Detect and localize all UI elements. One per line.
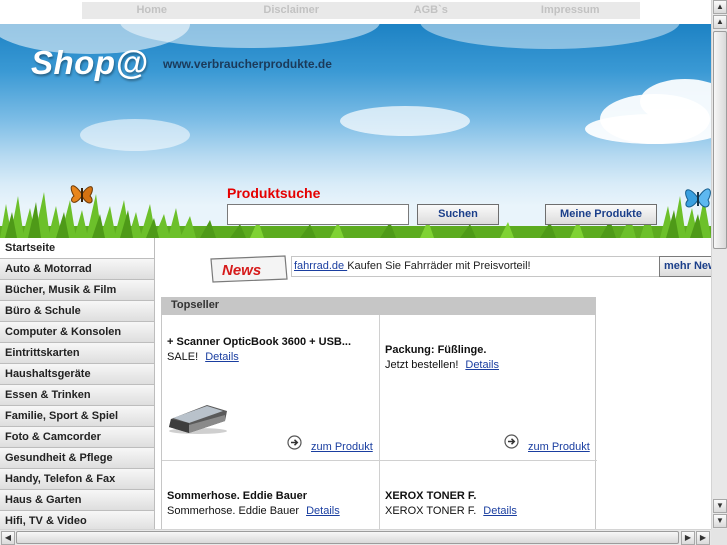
scanner-image[interactable] (167, 399, 229, 435)
horizontal-scrollbar[interactable]: ◀ ▶ ▶ (0, 529, 711, 545)
scroll-right-button[interactable]: ▶ (696, 531, 710, 545)
details-link[interactable]: Details (465, 359, 499, 371)
site-url: www.verbraucherprodukte.de (163, 57, 332, 71)
scroll-left-button[interactable]: ◀ (1, 531, 15, 545)
nav-link-disclaimer[interactable]: Disclaimer (222, 2, 362, 19)
sidebar-item-startseite[interactable]: Startseite (0, 238, 155, 259)
product-title[interactable]: + Scanner OpticBook 3600 + USB... (167, 336, 351, 348)
details-link[interactable]: Details (306, 505, 340, 517)
scroll-up-button[interactable]: ▲ (713, 0, 727, 14)
circle-arrow-right-icon (287, 435, 302, 450)
to-product-link[interactable]: zum Produkt (528, 441, 590, 453)
vertical-scroll-thumb[interactable] (713, 31, 727, 249)
product-subtitle: XEROX TONER F. Details (385, 505, 517, 517)
top-navigation: Home Disclaimer AGB`s Impressum (82, 2, 640, 19)
horizontal-scroll-thumb[interactable] (16, 531, 679, 544)
product-subtitle: Sommerhose. Eddie Bauer Details (167, 505, 340, 517)
product-card: XEROX TONER F. XEROX TONER F. Details (380, 461, 597, 529)
product-subtitle-text: Jetzt bestellen! (385, 359, 459, 371)
header-banner: Shop@ www.verbraucherprodukte.de Produkt… (0, 24, 711, 238)
category-sidebar: Startseite Auto & Motorrad Bücher, Musik… (0, 238, 155, 529)
cloud-decoration (420, 24, 680, 49)
details-link[interactable]: Details (205, 351, 239, 363)
sidebar-item-foto-camcorder[interactable]: Foto & Camcorder (0, 427, 155, 448)
scrollbar-corner (711, 529, 727, 545)
sidebar-item-buero-schule[interactable]: Büro & Schule (0, 301, 155, 322)
search-input[interactable] (227, 204, 409, 225)
product-subtitle-text: Sommerhose. Eddie Bauer (167, 505, 300, 517)
topseller-grid: + Scanner OpticBook 3600 + USB... SALE! D… (161, 315, 597, 529)
scroll-down-button[interactable]: ▼ (713, 499, 727, 513)
search-title: Produktsuche (227, 185, 321, 201)
my-products-button[interactable]: Meine Produkte (545, 204, 657, 225)
sidebar-item-familie-sport-spiel[interactable]: Familie, Sport & Spiel (0, 406, 155, 427)
product-card: Sommerhose. Eddie Bauer Sommerhose. Eddi… (162, 461, 379, 529)
details-link[interactable]: Details (483, 505, 517, 517)
topseller-header: Topseller (161, 297, 596, 315)
product-title[interactable]: XEROX TONER F. (385, 490, 476, 502)
orange-butterfly-icon (70, 185, 93, 204)
nav-link-impressum[interactable]: Impressum (501, 2, 641, 19)
sidebar-item-hifi-tv-video[interactable]: Hifi, TV & Video (0, 511, 155, 529)
sidebar-item-eintrittskarten[interactable]: Eintrittskarten (0, 343, 155, 364)
to-product-link[interactable]: zum Produkt (311, 441, 373, 453)
sidebar-item-essen-trinken[interactable]: Essen & Trinken (0, 385, 155, 406)
product-card: + Scanner OpticBook 3600 + USB... SALE! D… (162, 315, 379, 460)
news-link[interactable]: fahrrad.de (294, 260, 347, 272)
sidebar-item-haushaltsgeraete[interactable]: Haushaltsgeräte (0, 364, 155, 385)
product-title[interactable]: Sommerhose. Eddie Bauer (167, 490, 307, 502)
circle-arrow-right-icon (504, 434, 519, 449)
page-viewport: Home Disclaimer AGB`s Impressum Shop@ ww… (0, 0, 711, 529)
news-badge-label: News (222, 262, 261, 279)
nav-link-home[interactable]: Home (82, 2, 222, 19)
product-card: Packung: Füßlinge. Jetzt bestellen! Detai… (380, 315, 597, 460)
news-ticker: fahrrad.de Kaufen Sie Fahrräder mit Prei… (291, 256, 711, 277)
nav-link-agb[interactable]: AGB`s (361, 2, 501, 19)
scroll-right-button[interactable]: ▶ (681, 531, 695, 545)
more-news-button[interactable]: mehr News (659, 256, 711, 277)
sidebar-item-buecher-musik-film[interactable]: Bücher, Musik & Film (0, 280, 155, 301)
search-button[interactable]: Suchen (417, 204, 499, 225)
scroll-down-button[interactable]: ▼ (713, 514, 727, 528)
product-subtitle-text: SALE! (167, 351, 199, 363)
news-text: Kaufen Sie Fahrräder mit Preisvorteil! (347, 260, 531, 272)
product-subtitle-text: XEROX TONER F. (385, 505, 477, 517)
sidebar-item-auto-motorrad[interactable]: Auto & Motorrad (0, 259, 155, 280)
product-subtitle: SALE! Details (167, 351, 239, 363)
sidebar-item-computer-konsolen[interactable]: Computer & Konsolen (0, 322, 155, 343)
product-subtitle: Jetzt bestellen! Details (385, 359, 499, 371)
blue-butterfly-icon (685, 188, 711, 208)
cloud-decoration (80, 119, 190, 151)
vertical-scrollbar[interactable]: ▲ ▲ ▼ ▼ (711, 0, 727, 529)
sidebar-item-gesundheit-pflege[interactable]: Gesundheit & Pflege (0, 448, 155, 469)
cloud-decoration (585, 114, 711, 144)
sidebar-item-haus-garten[interactable]: Haus & Garten (0, 490, 155, 511)
news-badge-icon: News (210, 255, 288, 283)
sidebar-item-handy-telefon-fax[interactable]: Handy, Telefon & Fax (0, 469, 155, 490)
scroll-up-button[interactable]: ▲ (713, 15, 727, 29)
shop-logo[interactable]: Shop@ (31, 44, 148, 82)
cloud-decoration (340, 106, 470, 136)
product-title[interactable]: Packung: Füßlinge. (385, 344, 486, 356)
